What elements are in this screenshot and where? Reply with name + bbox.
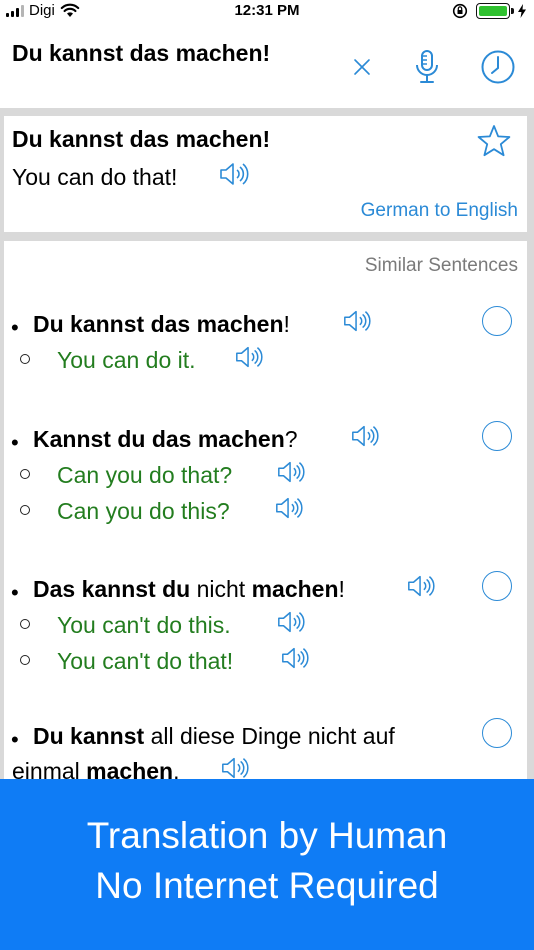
bullet-icon: • bbox=[11, 430, 19, 455]
similar-sentences-card: Similar Sentences • Du kannst das machen!… bbox=[4, 241, 527, 801]
battery-icon bbox=[476, 3, 514, 19]
language-direction-link[interactable]: German to English bbox=[361, 200, 518, 222]
translation-result-card: Du kannst das machen! You can do that! G… bbox=[4, 116, 527, 232]
sentence-segment: Kannst du das machen bbox=[33, 426, 285, 452]
orientation-lock-icon bbox=[452, 3, 468, 19]
speaker-icon[interactable] bbox=[350, 422, 380, 450]
english-translation-text: You can't do this. bbox=[57, 612, 231, 638]
speaker-icon[interactable] bbox=[280, 644, 310, 672]
similar-sentence-german[interactable]: • Das kannst du nicht machen! bbox=[4, 571, 527, 610]
clock-icon bbox=[481, 50, 515, 84]
speaker-icon[interactable] bbox=[220, 754, 250, 782]
banner-line-2: No Internet Required bbox=[95, 865, 439, 906]
sentence-segment: all diese Dinge nicht auf bbox=[144, 723, 395, 749]
clear-button[interactable] bbox=[343, 48, 381, 86]
bullet-icon: • bbox=[11, 315, 19, 340]
history-button[interactable] bbox=[479, 48, 517, 86]
favorite-star-icon[interactable] bbox=[476, 124, 512, 158]
sub-bullet-icon bbox=[20, 655, 30, 665]
promo-banner: Translation by Human No Internet Require… bbox=[0, 779, 534, 950]
similar-sentence-english: You can't do this. bbox=[4, 611, 527, 646]
german-sentence-text: Das kannst du nicht machen! bbox=[33, 576, 345, 603]
german-sentence-text: Du kannst all diese Dinge nicht auf bbox=[33, 723, 395, 750]
sub-bullet-icon bbox=[20, 505, 30, 515]
german-sentence-text: Kannst du das machen? bbox=[33, 426, 298, 453]
english-translation-text: You can't do that! bbox=[57, 648, 234, 674]
similar-sentence-german[interactable]: • Du kannst all diese Dinge nicht auf bbox=[4, 718, 527, 757]
sentence-segment: machen bbox=[251, 576, 339, 602]
english-translation-text: Can you do that? bbox=[57, 462, 233, 488]
result-translation-text: You can do that! bbox=[12, 164, 178, 190]
status-bar: Digi 12:31 PM bbox=[0, 0, 534, 24]
voice-input-button[interactable] bbox=[408, 48, 446, 86]
banner-line-1: Translation by Human bbox=[86, 815, 448, 856]
speaker-icon[interactable] bbox=[218, 160, 250, 188]
sentence-segment: Das kannst du bbox=[33, 576, 191, 602]
sentence-segment: Du kannst das machen bbox=[33, 311, 284, 337]
speaker-icon[interactable] bbox=[234, 343, 264, 371]
status-right bbox=[452, 3, 526, 19]
select-radio-button[interactable] bbox=[482, 421, 512, 451]
result-source-text: Du kannst das machen! bbox=[12, 126, 271, 152]
select-radio-button[interactable] bbox=[482, 571, 512, 601]
sentence-segment: Du kannst bbox=[33, 723, 145, 749]
bullet-icon: • bbox=[11, 580, 19, 605]
similar-sentence-german[interactable]: • Kannst du das machen? bbox=[4, 421, 527, 460]
search-bar: Du kannst das machen! bbox=[0, 24, 534, 108]
similar-sentence-english: You can't do that! bbox=[4, 647, 527, 682]
sub-bullet-icon bbox=[20, 469, 30, 479]
sub-bullet-icon bbox=[20, 619, 30, 629]
sentence-segment: ? bbox=[284, 426, 298, 452]
sentence-segment: ! bbox=[338, 576, 345, 602]
similar-sentence-english: Can you do this? bbox=[4, 497, 527, 532]
similar-sentence-english: Can you do that? bbox=[4, 461, 527, 496]
close-icon bbox=[354, 59, 370, 75]
english-translation-text: You can do it. bbox=[57, 347, 196, 373]
sub-bullet-icon bbox=[20, 354, 30, 364]
sentence-segment: ! bbox=[283, 311, 290, 337]
speaker-icon[interactable] bbox=[276, 608, 306, 636]
similar-sentence-english: You can do it. bbox=[4, 346, 527, 381]
speaker-icon[interactable] bbox=[276, 458, 306, 486]
similar-sentence-german[interactable]: • Du kannst das machen! bbox=[4, 306, 527, 345]
bullet-icon: • bbox=[11, 727, 19, 752]
select-radio-button[interactable] bbox=[482, 718, 512, 748]
speaker-icon[interactable] bbox=[406, 572, 436, 600]
sentence-segment: nicht bbox=[190, 576, 252, 602]
select-radio-button[interactable] bbox=[482, 306, 512, 336]
english-translation-text: Can you do this? bbox=[57, 498, 230, 524]
similar-sentences-header: Similar Sentences bbox=[364, 255, 518, 276]
search-input[interactable]: Du kannst das machen! bbox=[12, 40, 270, 67]
german-sentence-text: Du kannst das machen! bbox=[33, 311, 290, 338]
microphone-icon bbox=[416, 50, 438, 83]
charging-icon bbox=[518, 4, 526, 18]
speaker-icon[interactable] bbox=[342, 307, 372, 335]
speaker-icon[interactable] bbox=[274, 494, 304, 522]
